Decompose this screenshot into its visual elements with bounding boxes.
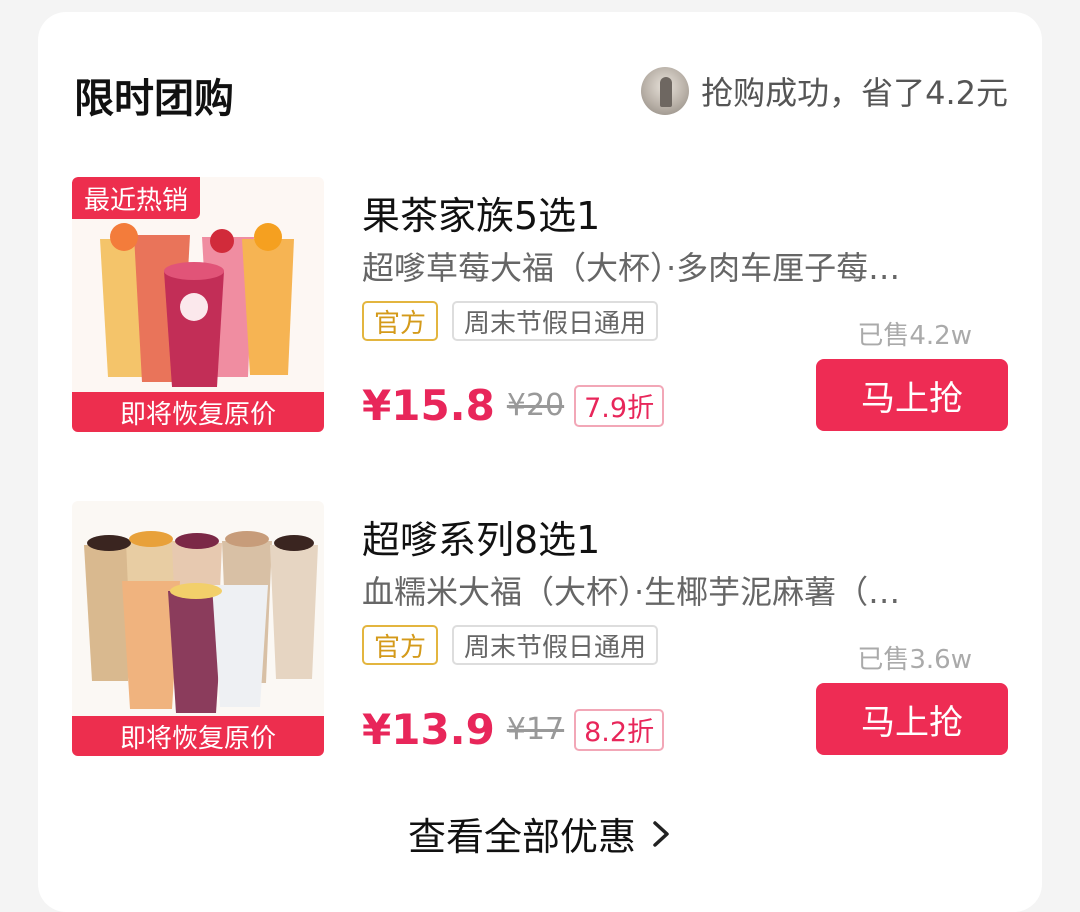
price-row: ¥15.8 ¥20 7.9折	[362, 381, 665, 430]
discount-badge: 7.9折	[574, 384, 665, 427]
product-image[interactable]: 即将恢复原价	[72, 501, 324, 756]
original-price: ¥20	[506, 388, 565, 423]
deal-tags: 官方 周末节假日通用	[362, 625, 659, 665]
weekend-tag: 周末节假日通用	[452, 625, 659, 665]
price-restore-banner: 即将恢复原价	[72, 716, 324, 756]
section-title: 限时团购	[74, 76, 234, 122]
deal-subtitle: 血糯米大福（大杯）·生椰芋泥麻薯（…	[362, 573, 901, 611]
official-tag: 官方	[362, 301, 439, 341]
sold-count: 已售4.2w	[857, 321, 972, 351]
original-price: ¥17	[506, 712, 565, 747]
see-all-link[interactable]: 查看全部优惠	[0, 806, 1080, 861]
hot-sale-badge: 最近热销	[72, 177, 201, 219]
group-buy-card	[38, 12, 1042, 912]
sold-count: 已售3.6w	[857, 645, 972, 675]
deal-tags: 官方 周末节假日通用	[362, 301, 659, 341]
see-all-label[interactable]: 查看全部优惠	[408, 806, 636, 861]
deal-item[interactable]: 即将恢复原价 超嗲系列8选1 血糯米大福（大杯）·生椰芋泥麻薯（… 官方 周末节…	[72, 501, 1008, 756]
weekend-tag: 周末节假日通用	[452, 301, 659, 341]
buy-now-button[interactable]: 马上抢	[816, 683, 1008, 755]
buy-now-button[interactable]: 马上抢	[816, 359, 1008, 431]
price-restore-banner: 即将恢复原价	[72, 392, 324, 432]
deal-subtitle: 超嗲草莓大福（大杯）·多肉车厘子莓…	[362, 249, 901, 287]
purchase-notice: 抢购成功，省了4.2元	[641, 66, 1008, 116]
official-tag: 官方	[362, 625, 439, 665]
avatar	[641, 67, 690, 115]
current-price: ¥15.8	[362, 381, 495, 430]
deal-title[interactable]: 超嗲系列8选1	[362, 509, 600, 564]
current-price: ¥13.9	[362, 705, 495, 754]
chevron-right-icon[interactable]	[650, 820, 672, 848]
purchase-notice-text: 抢购成功，省了4.2元	[701, 74, 1008, 112]
deal-item[interactable]: 最近热销 即将恢复原价 果茶家族5选1 超嗲草莓大福（大杯）·多肉车厘子莓… 官…	[72, 177, 1008, 432]
deal-title[interactable]: 果茶家族5选1	[362, 185, 600, 240]
product-image[interactable]: 最近热销 即将恢复原价	[72, 177, 324, 432]
price-row: ¥13.9 ¥17 8.2折	[362, 705, 665, 754]
discount-badge: 8.2折	[574, 708, 665, 751]
